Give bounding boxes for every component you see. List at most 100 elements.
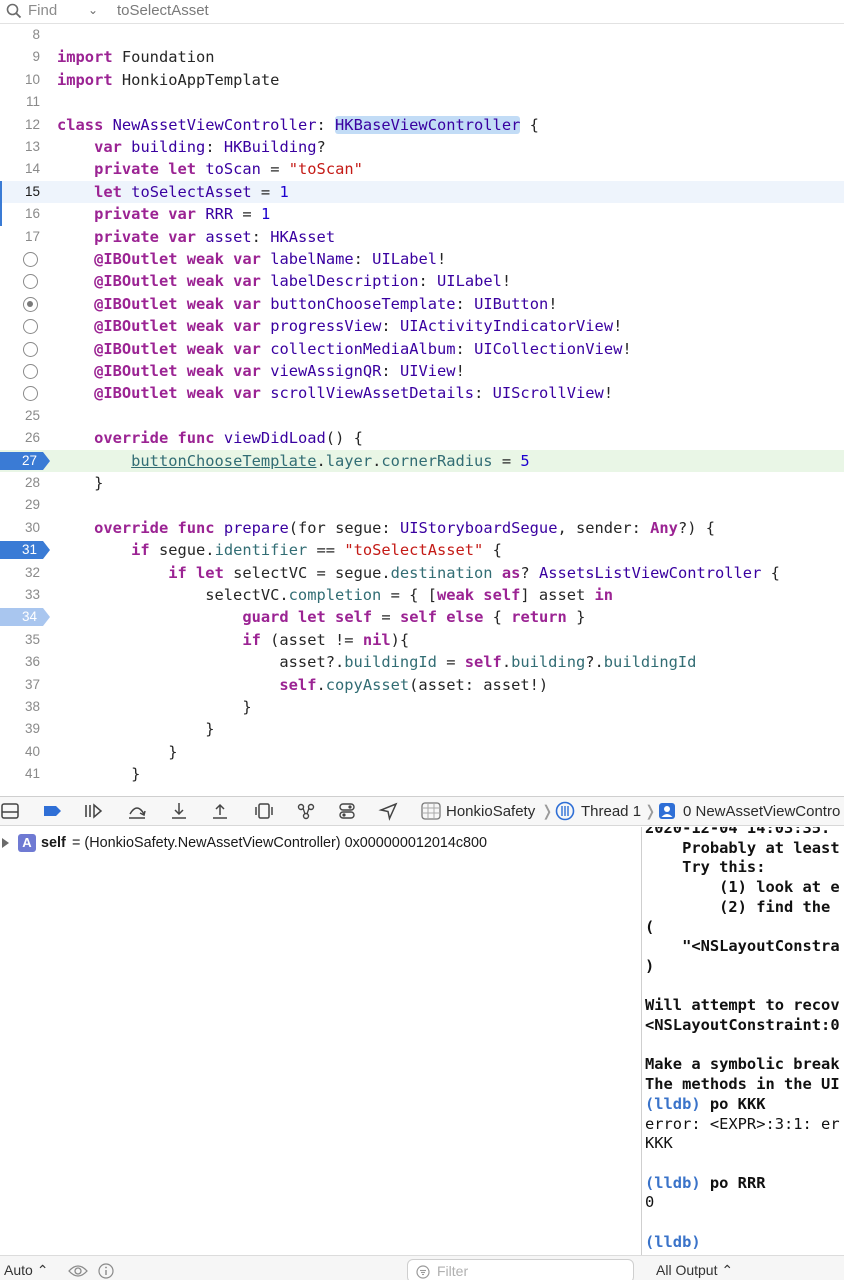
step-over-icon[interactable] (126, 801, 148, 821)
code-line[interactable]: 36 asset?.buildingId = self.building?.bu… (0, 651, 844, 673)
code-text[interactable]: @IBOutlet weak var labelDescription: UIL… (57, 270, 511, 292)
code-text[interactable]: if segue.identifier == "toSelectAsset" { (57, 539, 502, 561)
code-text[interactable]: } (57, 472, 103, 494)
code-line[interactable]: 27 buttonChooseTemplate.layer.cornerRadi… (0, 449, 844, 472)
code-text[interactable]: guard let self = self else { return } (57, 606, 585, 628)
code-text[interactable]: } (57, 718, 214, 740)
code-text[interactable]: let toSelectAsset = 1 (57, 181, 289, 203)
code-text[interactable]: import HonkioAppTemplate (57, 69, 279, 91)
code-line[interactable]: 41 } (0, 763, 844, 785)
outlet-connection-icon[interactable] (23, 341, 38, 357)
code-line[interactable]: @IBOutlet weak var progressView: UIActiv… (0, 315, 844, 337)
code-line[interactable]: 14 private let toScan = "toScan" (0, 158, 844, 180)
outlet-connection-icon[interactable] (23, 319, 38, 335)
code-line[interactable]: 39 } (0, 718, 844, 740)
code-line[interactable]: 11 (0, 91, 844, 113)
code-text[interactable]: if let selectVC = segue.destination as? … (57, 562, 780, 584)
code-line[interactable]: 25 (0, 405, 844, 427)
code-text[interactable]: asset?.buildingId = self.building?.build… (57, 651, 696, 673)
code-line[interactable]: 31 if segue.identifier == "toSelectAsset… (0, 539, 844, 561)
output-selector[interactable]: All Output ⌃ (656, 1262, 733, 1279)
code-line[interactable]: 32 if let selectVC = segue.destination a… (0, 562, 844, 584)
code-line[interactable]: 10 import HonkioAppTemplate (0, 69, 844, 91)
code-text[interactable]: @IBOutlet weak var collectionMediaAlbum:… (57, 338, 632, 360)
code-line[interactable]: 17 private var asset: HKAsset (0, 226, 844, 248)
console-line: Will attempt to recov (645, 996, 840, 1015)
code-line[interactable]: 26 override func viewDidLoad() { (0, 427, 844, 449)
code-line[interactable]: @IBOutlet weak var labelDescription: UIL… (0, 270, 844, 292)
source-editor[interactable]: 8 9 import Foundation 10 import HonkioAppTem… (0, 24, 844, 796)
code-line[interactable]: @IBOutlet weak var viewAssignQR: UIView! (0, 360, 844, 382)
code-line[interactable]: 8 (0, 24, 844, 46)
code-text[interactable]: } (57, 741, 177, 763)
code-text[interactable]: private let toScan = "toScan" (57, 158, 363, 180)
code-text[interactable]: selectVC.completion = { [weak self] asse… (57, 584, 613, 606)
code-line[interactable]: @IBOutlet weak var buttonChooseTemplate:… (0, 293, 844, 315)
outlet-connection-icon[interactable] (23, 296, 38, 312)
code-line[interactable]: @IBOutlet weak var collectionMediaAlbum:… (0, 338, 844, 360)
eye-icon[interactable] (68, 1264, 88, 1278)
code-line[interactable]: 33 selectVC.completion = { [weak self] a… (0, 584, 844, 606)
code-text[interactable]: self.copyAsset(asset: asset!) (57, 674, 548, 696)
code-line[interactable]: 38 } (0, 696, 844, 718)
breakpoint-marker[interactable]: 27 (0, 451, 50, 470)
code-text[interactable]: buttonChooseTemplate.layer.cornerRadius … (57, 450, 530, 472)
environment-overrides-icon[interactable] (336, 801, 358, 821)
breakpoints-toggle-icon[interactable] (42, 801, 64, 821)
step-into-icon[interactable] (168, 801, 190, 821)
code-text[interactable]: } (57, 763, 140, 785)
console-filter-field[interactable]: Filter (407, 1259, 634, 1280)
code-text[interactable]: override func prepare(for segue: UIStory… (57, 517, 715, 539)
code-text[interactable]: override func viewDidLoad() { (57, 427, 363, 449)
code-text[interactable]: @IBOutlet weak var viewAssignQR: UIView! (57, 360, 465, 382)
code-text[interactable]: private var RRR = 1 (57, 203, 270, 225)
code-line[interactable]: 9 import Foundation (0, 46, 844, 68)
code-line[interactable]: 30 override func prepare(for segue: UISt… (0, 517, 844, 539)
code-text[interactable]: if (asset != nil){ (57, 629, 409, 651)
outlet-connection-icon[interactable] (23, 386, 38, 402)
outlet-connection-icon[interactable] (23, 252, 38, 267)
hide-debug-area-icon[interactable] (0, 801, 22, 821)
code-line[interactable]: 28 } (0, 472, 844, 494)
code-line[interactable]: 15 let toSelectAsset = 1 (0, 180, 844, 204)
code-text[interactable]: private var asset: HKAsset (57, 226, 335, 248)
code-line[interactable]: @IBOutlet weak var scrollViewAssetDetail… (0, 382, 844, 404)
code-text[interactable]: import Foundation (57, 46, 215, 68)
variables-scope-selector[interactable]: Auto ⌃ (4, 1262, 48, 1279)
code-text[interactable]: @IBOutlet weak var labelName: UILabel! (57, 248, 446, 270)
line-number: 34 (22, 609, 38, 625)
code-line[interactable]: @IBOutlet weak var labelName: UILabel! (0, 248, 844, 270)
simulate-location-icon[interactable] (378, 801, 400, 821)
disabled-breakpoint-marker[interactable]: 34 (0, 608, 50, 627)
code-text[interactable]: } (57, 696, 251, 718)
find-input[interactable]: toSelectAsset (117, 2, 209, 19)
code-line[interactable]: 29 (0, 494, 844, 516)
code-text[interactable]: @IBOutlet weak var scrollViewAssetDetail… (57, 382, 613, 404)
view-hierarchy-icon[interactable] (253, 801, 275, 821)
outlet-connection-icon[interactable] (23, 274, 38, 290)
code-text[interactable]: class NewAssetViewController: HKBaseView… (57, 114, 539, 136)
code-line[interactable]: 16 private var RRR = 1 (0, 203, 844, 226)
breakpoint-marker[interactable]: 31 (0, 541, 50, 560)
code-text[interactable]: @IBOutlet weak var buttonChooseTemplate:… (57, 293, 557, 315)
chevron-down-icon[interactable]: ⌄ (88, 3, 98, 17)
disclosure-triangle-icon[interactable] (2, 838, 9, 848)
code-line[interactable]: 40 } (0, 741, 844, 763)
memory-graph-icon[interactable] (295, 801, 317, 821)
find-mode-label[interactable]: Find (28, 2, 57, 19)
info-icon[interactable] (98, 1263, 114, 1279)
console-output[interactable]: 2020-12-04 14:03:35. Probably at least T… (642, 827, 844, 1255)
continue-icon[interactable] (82, 801, 104, 821)
code-line[interactable]: 35 if (asset != nil){ (0, 629, 844, 651)
code-text[interactable]: var building: HKBuilding? (57, 136, 326, 158)
code-text[interactable]: @IBOutlet weak var progressView: UIActiv… (57, 315, 622, 337)
breadcrumb-thread[interactable]: Thread 1 (581, 802, 641, 822)
breadcrumb-frame[interactable]: 0 NewAssetViewContro (683, 802, 840, 822)
code-line[interactable]: 12 class NewAssetViewController: HKBaseVi… (0, 114, 844, 136)
step-out-icon[interactable] (209, 801, 231, 821)
code-line[interactable]: 34 guard let self = self else { return } (0, 606, 844, 628)
code-line[interactable]: 37 self.copyAsset(asset: asset!) (0, 674, 844, 696)
breadcrumb-scheme[interactable]: HonkioSafety (446, 802, 535, 822)
code-line[interactable]: 13 var building: HKBuilding? (0, 136, 844, 158)
outlet-connection-icon[interactable] (23, 364, 38, 379)
